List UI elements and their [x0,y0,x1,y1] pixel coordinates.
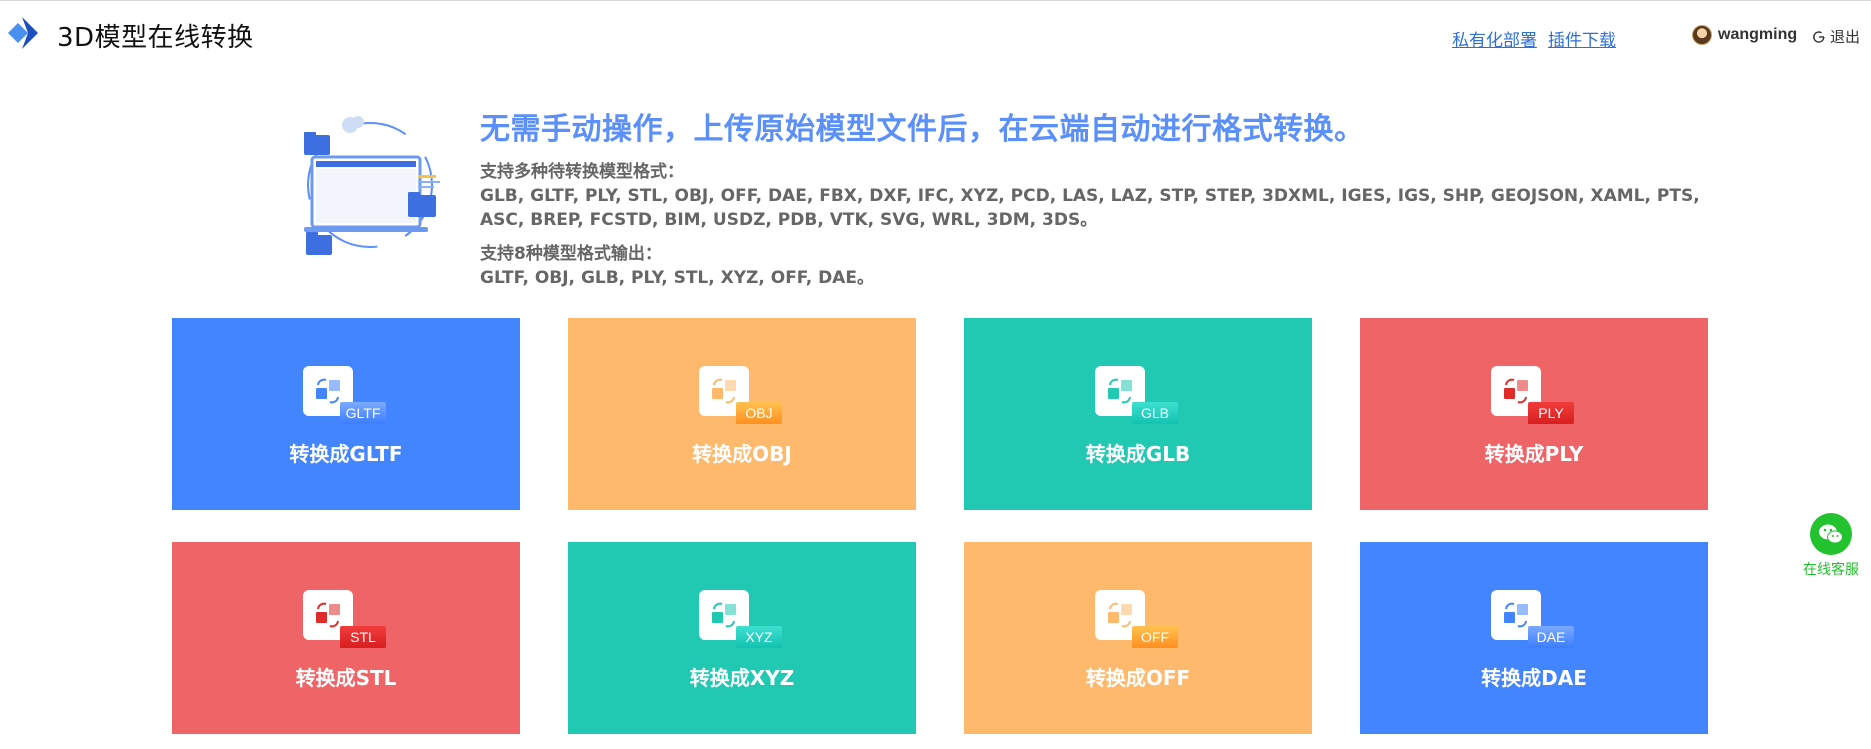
card-label: 转换成GLB [1085,442,1191,466]
intro-headline: 无需手动操作，上传原始模型文件后，在云端自动进行格式转换。 [480,112,1365,147]
online-service-button[interactable]: 在线客服 [1800,513,1862,579]
format-tag: STL [340,626,386,648]
logout-label: 退出 [1830,29,1861,46]
format-tag: GLB [1132,402,1178,424]
format-tag: OFF [1132,626,1178,648]
format-tag: OBJ [736,402,782,424]
top-header: 3D模型在线转换 私有化部署 插件下载 wangming 退出 [0,0,1871,70]
card-label: 转换成DAE [1481,666,1587,690]
output-formats-label: 支持8种模型格式输出： [480,244,662,264]
avatar [1692,25,1712,45]
input-formats-label: 支持多种待转换模型格式： [480,162,684,182]
service-label: 在线客服 [1803,562,1859,578]
convert-card-stl[interactable]: STL 转换成STL [172,542,520,734]
convert-card-ply[interactable]: PLY 转换成PLY [1360,318,1708,510]
wechat-icon [1810,513,1852,555]
convert-card-glb[interactable]: GLB 转换成GLB [964,318,1312,510]
user-menu[interactable]: wangming [1692,25,1797,45]
convert-card-obj[interactable]: OBJ 转换成OBJ [568,318,916,510]
card-label: 转换成GLTF [289,442,403,466]
input-formats-list: GLB, GLTF, PLY, STL, OBJ, OFF, DAE, FBX,… [480,186,1700,230]
username: wangming [1718,26,1798,43]
convert-card-gltf[interactable]: GLTF 转换成GLTF [172,318,520,510]
conversion-illustration [304,116,440,255]
private-deploy-link[interactable]: 私有化部署 [1452,26,1537,51]
logo-icon[interactable] [4,15,40,51]
logout-button[interactable]: 退出 [1812,26,1860,47]
format-tag: DAE [1528,626,1574,648]
card-label: 转换成PLY [1484,442,1584,466]
app-title: 3D模型在线转换 [57,23,254,53]
format-tag: PLY [1528,402,1574,424]
convert-card-dae[interactable]: DAE 转换成DAE [1360,542,1708,734]
convert-card-off[interactable]: OFF 转换成OFF [964,542,1312,734]
format-tag: XYZ [736,626,782,648]
plugin-download-link[interactable]: 插件下载 [1548,26,1616,51]
card-label: 转换成OBJ [692,442,792,466]
format-tag: GLTF [340,402,386,424]
card-label: 转换成OFF [1085,666,1191,690]
power-icon [1813,30,1825,43]
output-formats-list: GLTF, OBJ, GLB, PLY, STL, XYZ, OFF, DAE。 [480,268,874,288]
card-label: 转换成XYZ [689,666,795,690]
card-label: 转换成STL [295,666,397,690]
convert-card-xyz[interactable]: XYZ 转换成XYZ [568,542,916,734]
